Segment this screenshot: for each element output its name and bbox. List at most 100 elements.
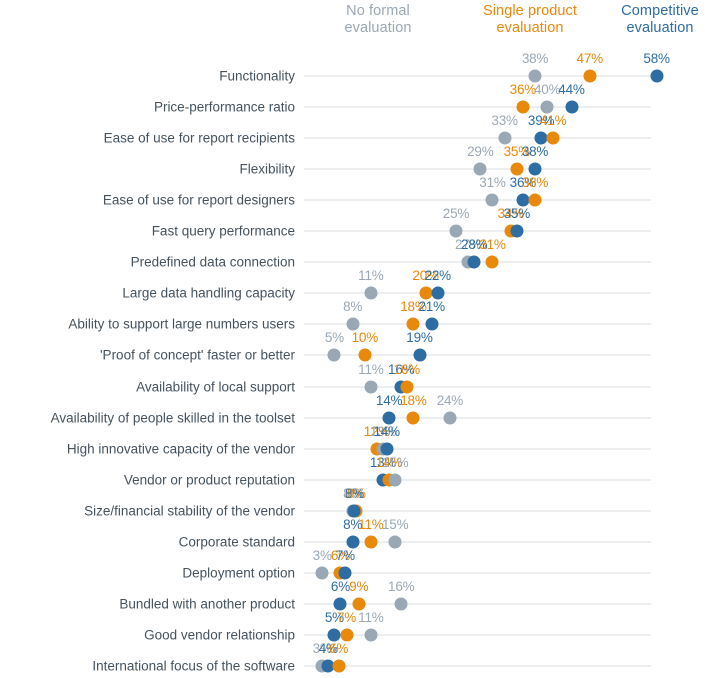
data-point-competitive <box>347 504 361 518</box>
value-label-single_product: 6% <box>329 640 349 656</box>
value-label-single_product: 38% <box>521 175 549 191</box>
value-label-competitive: 35% <box>503 206 531 222</box>
gridline <box>304 199 651 202</box>
dot-plot-chart: No formal evaluation Single product evaluat… <box>0 0 705 678</box>
data-point-no_formal <box>528 69 542 83</box>
value-label-single_product: 7% <box>336 609 357 625</box>
data-point-single_product <box>400 380 414 393</box>
data-point-competitive <box>516 193 530 207</box>
category-label: Functionality <box>219 68 295 84</box>
data-point-no_formal <box>346 317 360 331</box>
value-label-competitive: 14% <box>375 392 403 408</box>
data-point-single_product <box>364 535 378 549</box>
value-label-no_formal: 11% <box>358 268 384 284</box>
category-label: Good vendor relationship <box>144 627 295 643</box>
value-label-competitive: 58% <box>643 51 670 66</box>
category-label: High innovative capacity of the vendor <box>66 441 295 457</box>
data-point-no_formal <box>498 131 512 145</box>
data-point-single_product <box>419 286 433 300</box>
value-label-no_formal: 40% <box>533 82 561 98</box>
data-point-single_product <box>510 162 524 176</box>
value-label-no_formal: 15% <box>381 454 409 470</box>
category-label: Price-performance ratio <box>153 99 295 115</box>
data-point-no_formal <box>364 628 378 642</box>
category-label: Ability to support large numbers users <box>68 316 295 332</box>
value-label-single_product: 16% <box>393 361 421 377</box>
gridline <box>304 571 651 574</box>
value-label-competitive: 19% <box>406 330 433 346</box>
data-point-no_formal <box>473 162 487 176</box>
data-point-no_formal <box>327 348 341 362</box>
data-point-competitive <box>528 162 542 176</box>
data-point-competitive <box>382 411 396 425</box>
data-point-competitive <box>346 535 360 549</box>
value-label-competitive: 14% <box>373 423 400 439</box>
gridline <box>304 385 651 388</box>
plot-area: Functionality 38% 47% 58% Price-performance … <box>0 0 705 678</box>
data-point-single_product <box>528 193 542 207</box>
category-label: Large data handling capacity <box>122 285 295 301</box>
category-label: Fast query performance <box>151 223 295 239</box>
value-label-no_formal: 11% <box>358 609 384 625</box>
value-label-no_formal: 29% <box>467 144 494 160</box>
category-label: Availability of local support <box>136 379 295 394</box>
data-point-single_product <box>406 411 420 425</box>
data-point-single_product <box>406 317 420 331</box>
gridline <box>304 292 651 295</box>
data-point-single_product <box>485 255 499 269</box>
data-point-single_product <box>358 348 372 362</box>
data-point-no_formal <box>315 566 329 580</box>
value-label-no_formal: 16% <box>388 578 415 594</box>
value-label-no_formal: 31% <box>479 175 506 191</box>
data-point-competitive <box>431 286 445 300</box>
value-label-no_formal: 24% <box>436 392 464 408</box>
gridline <box>304 75 651 77</box>
data-point-competitive <box>425 317 439 331</box>
category-label: Size/financial stability of the vendor <box>84 503 295 519</box>
category-label: Ease of use for report designers <box>102 192 295 208</box>
value-label-no_formal: 11% <box>358 361 384 377</box>
value-label-no_formal: 15% <box>381 516 409 532</box>
gridline <box>304 633 651 636</box>
gridline <box>304 230 651 233</box>
data-point-single_product <box>516 100 530 114</box>
data-point-single_product <box>583 69 597 83</box>
gridline <box>304 664 651 667</box>
value-label-competitive: 38% <box>521 144 549 160</box>
category-label: Corporate standard <box>178 534 295 550</box>
value-label-single_product: 36% <box>509 82 537 98</box>
data-point-no_formal <box>388 535 402 549</box>
value-label-single_product: 9% <box>349 578 369 594</box>
category-label: Predefined data connection <box>130 254 295 270</box>
value-label-no_formal: 33% <box>491 113 518 129</box>
value-label-competitive: 6% <box>330 578 351 594</box>
gridline <box>304 478 651 481</box>
data-point-no_formal <box>485 193 499 207</box>
value-label-competitive: 22% <box>424 268 452 284</box>
data-point-no_formal <box>394 597 408 611</box>
data-point-competitive <box>338 566 352 580</box>
data-point-no_formal <box>540 100 554 114</box>
value-label-single_product: 18% <box>400 392 427 408</box>
data-point-competitive <box>565 100 579 114</box>
category-label: International focus of the software <box>92 658 295 674</box>
category-label: 'Proof of concept' faster or better <box>99 347 295 363</box>
value-label-single_product: 41% <box>540 113 567 129</box>
gridline <box>304 354 651 357</box>
value-label-competitive: 44% <box>558 82 585 98</box>
data-point-competitive <box>650 69 664 83</box>
gridline <box>304 416 651 419</box>
data-point-no_formal <box>449 224 463 238</box>
gridline <box>304 447 651 450</box>
value-label-single_product: 11% <box>358 516 384 532</box>
data-point-single_product <box>546 131 560 145</box>
data-point-single_product <box>332 659 346 673</box>
category-label: Ease of use for report recipients <box>103 130 295 146</box>
category-label: Flexibility <box>239 161 295 177</box>
value-label-no_formal: 25% <box>442 206 470 222</box>
value-label-single_product: 10% <box>351 330 379 346</box>
value-label-no_formal: 8% <box>343 299 363 315</box>
data-point-no_formal <box>364 380 378 393</box>
data-point-competitive <box>534 131 548 145</box>
data-point-no_formal <box>443 411 457 425</box>
